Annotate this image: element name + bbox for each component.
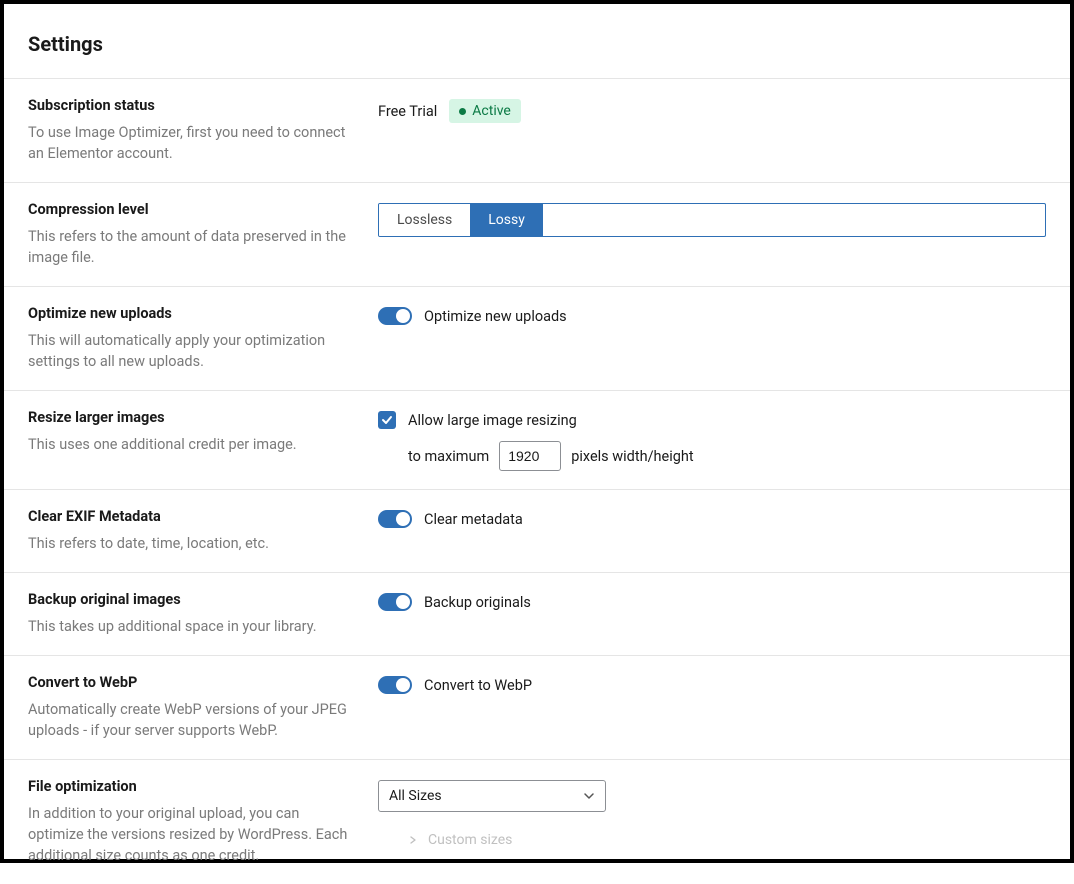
page-title: Settings xyxy=(4,4,1070,78)
backup-desc: This takes up additional space in your l… xyxy=(28,616,354,637)
backup-toggle[interactable] xyxy=(378,593,412,611)
compression-toggle-group: Lossless Lossy xyxy=(378,203,1046,237)
custom-sizes-option: Custom sizes xyxy=(408,832,1046,848)
optimize-uploads-heading: Optimize new uploads xyxy=(28,305,354,322)
resize-suffix: pixels width/height xyxy=(571,448,693,465)
resize-max-input[interactable] xyxy=(499,441,561,471)
section-compression: Compression level This refers to the amo… xyxy=(4,183,1070,287)
lossy-button[interactable]: Lossy xyxy=(470,204,543,236)
compression-heading: Compression level xyxy=(28,201,354,218)
webp-heading: Convert to WebP xyxy=(28,674,354,691)
custom-sizes-label: Custom sizes xyxy=(428,832,512,848)
status-label: Active xyxy=(472,103,511,119)
exif-toggle[interactable] xyxy=(378,510,412,528)
backup-toggle-label: Backup originals xyxy=(424,594,531,611)
section-file-opt: File optimization In addition to your or… xyxy=(4,760,1070,884)
chevron-right-icon xyxy=(408,835,418,845)
section-backup: Backup original images This takes up add… xyxy=(4,573,1070,656)
status-badge: Active xyxy=(449,99,521,123)
section-exif: Clear EXIF Metadata This refers to date,… xyxy=(4,490,1070,573)
status-dot-icon xyxy=(459,108,466,115)
optimize-uploads-toggle-label: Optimize new uploads xyxy=(424,308,567,325)
subscription-heading: Subscription status xyxy=(28,97,354,114)
subscription-desc: To use Image Optimizer, first you need t… xyxy=(28,122,354,164)
subscription-plan: Free Trial xyxy=(378,103,437,120)
backup-heading: Backup original images xyxy=(28,591,354,608)
exif-toggle-label: Clear metadata xyxy=(424,511,523,528)
resize-checkbox-label: Allow large image resizing xyxy=(408,412,577,429)
resize-desc: This uses one additional credit per imag… xyxy=(28,434,354,455)
lossless-button[interactable]: Lossless xyxy=(379,204,470,236)
webp-desc: Automatically create WebP versions of yo… xyxy=(28,699,354,741)
exif-desc: This refers to date, time, location, etc… xyxy=(28,533,354,554)
webp-toggle[interactable] xyxy=(378,676,412,694)
resize-prefix: to maximum xyxy=(408,448,489,465)
resize-checkbox[interactable] xyxy=(378,411,396,429)
optimize-uploads-toggle[interactable] xyxy=(378,307,412,325)
file-opt-heading: File optimization xyxy=(28,778,354,795)
check-icon xyxy=(381,414,393,426)
section-subscription: Subscription status To use Image Optimiz… xyxy=(4,79,1070,183)
optimize-uploads-desc: This will automatically apply your optim… xyxy=(28,330,354,372)
webp-toggle-label: Convert to WebP xyxy=(424,677,532,694)
section-webp: Convert to WebP Automatically create Web… xyxy=(4,656,1070,760)
section-optimize-uploads: Optimize new uploads This will automatic… xyxy=(4,287,1070,391)
resize-heading: Resize larger images xyxy=(28,409,354,426)
chevron-down-icon xyxy=(583,790,595,802)
file-opt-select-value: All Sizes xyxy=(389,788,442,804)
file-opt-desc: In addition to your original upload, you… xyxy=(28,803,354,866)
file-opt-select[interactable]: All Sizes xyxy=(378,780,606,812)
section-resize: Resize larger images This uses one addit… xyxy=(4,391,1070,490)
compression-desc: This refers to the amount of data preser… xyxy=(28,226,354,268)
exif-heading: Clear EXIF Metadata xyxy=(28,508,354,525)
